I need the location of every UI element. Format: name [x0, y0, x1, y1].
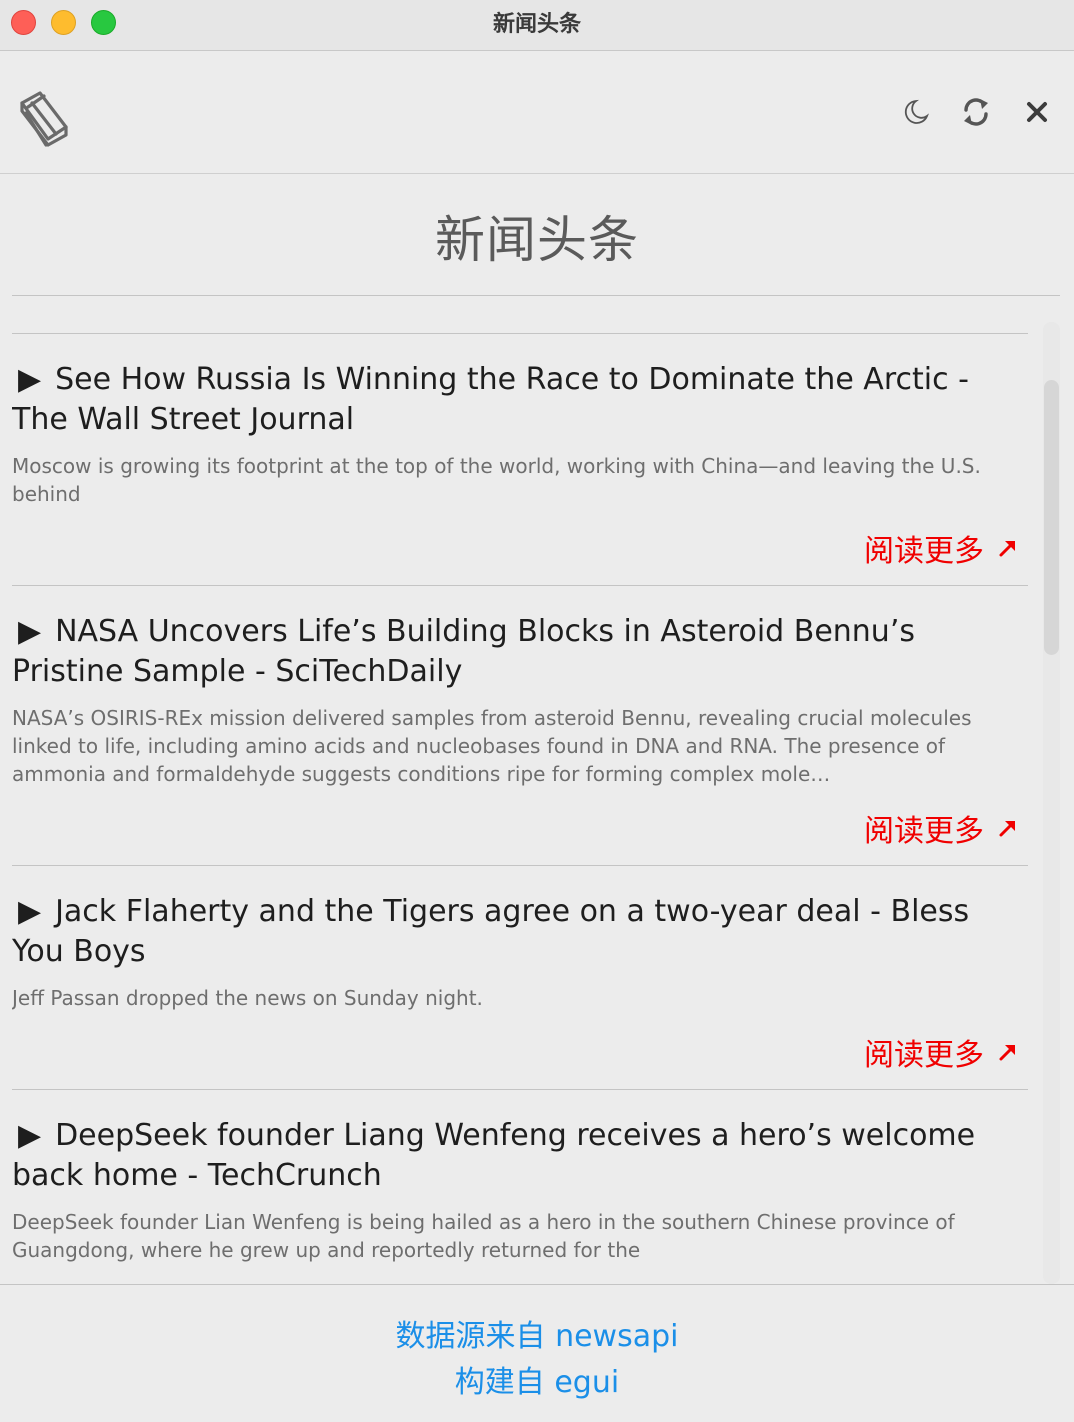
collapse-arrow-icon[interactable]: ▶	[18, 614, 41, 649]
news-item-title[interactable]: ▶ DeepSeek founder Liang Wenfeng receives…	[12, 1116, 1022, 1196]
news-item-description: Jeff Passan dropped the news on Sunday n…	[12, 986, 483, 1010]
window-title: 新闻头条	[492, 12, 581, 37]
news-item-title[interactable]: ▶ See How Russia Is Winning the Race to D…	[12, 360, 1022, 440]
data-source-link[interactable]: 数据源来自 newsapi	[0, 1311, 1074, 1355]
refresh-icon	[964, 98, 988, 126]
external-link-icon	[999, 541, 1015, 557]
external-link-icon	[999, 1045, 1015, 1061]
news-item: ▶ See How Russia Is Winning the Race to D…	[12, 333, 1028, 586]
collapse-arrow-icon[interactable]: ▶	[18, 1118, 41, 1153]
news-title-text: See How Russia Is Winning the Race to Do…	[12, 362, 969, 437]
read-more-label: 阅读更多	[864, 814, 984, 849]
theme-toggle-button[interactable]	[898, 95, 932, 129]
built-with-link[interactable]: 构建自 egui	[0, 1357, 1074, 1401]
news-list[interactable]: ▶ See How Russia Is Winning the Race to D…	[12, 296, 1028, 1284]
external-link-icon	[999, 821, 1015, 837]
footer: 数据源来自 newsapi 构建自 egui	[0, 1284, 1074, 1422]
news-title-text: Jack Flaherty and the Tigers agree on a …	[12, 894, 970, 969]
read-more-link[interactable]: 阅读更多	[864, 526, 1018, 570]
news-item-title[interactable]: ▶ Jack Flaherty and the Tigers agree on a…	[12, 892, 1022, 972]
news-item-description: Moscow is growing its footprint at the t…	[12, 454, 981, 506]
scrollbar-thumb[interactable]	[1044, 380, 1059, 655]
page-heading: 新闻头条	[435, 211, 639, 269]
collapse-arrow-icon[interactable]: ▶	[18, 362, 41, 397]
moon-icon	[904, 99, 929, 124]
app-window: 新闻头条 新闻头条 ▶ See How Russia Is Winning th…	[0, 0, 1074, 1422]
read-more-link[interactable]: 阅读更多	[864, 806, 1018, 850]
news-item: ▶ Jack Flaherty and the Tigers agree on a…	[12, 865, 1028, 1090]
news-item-description: NASA’s OSIRIS-REx mission delivered samp…	[12, 706, 972, 786]
refresh-button[interactable]	[959, 95, 993, 129]
close-button[interactable]	[1020, 95, 1054, 129]
read-more-label: 阅读更多	[864, 534, 984, 569]
title-bar[interactable]: 新闻头条	[0, 0, 1074, 51]
news-item: ▶ DeepSeek founder Liang Wenfeng receives…	[12, 1089, 1028, 1284]
newspaper-icon	[16, 87, 74, 147]
news-title-text: NASA Uncovers Life’s Building Blocks in …	[12, 614, 915, 689]
read-more-label: 阅读更多	[864, 1038, 984, 1073]
read-more-link[interactable]: 阅读更多	[864, 1030, 1018, 1074]
news-item: ▶ NASA Uncovers Life’s Building Blocks in…	[12, 585, 1028, 866]
toolbar	[0, 51, 1074, 174]
news-item-description: DeepSeek founder Lian Wenfeng is being h…	[12, 1210, 955, 1262]
news-title-text: DeepSeek founder Liang Wenfeng receives …	[12, 1118, 976, 1193]
news-item-title[interactable]: ▶ NASA Uncovers Life’s Building Blocks in…	[12, 612, 1022, 692]
collapse-arrow-icon[interactable]: ▶	[18, 894, 41, 929]
close-icon	[1027, 102, 1047, 122]
